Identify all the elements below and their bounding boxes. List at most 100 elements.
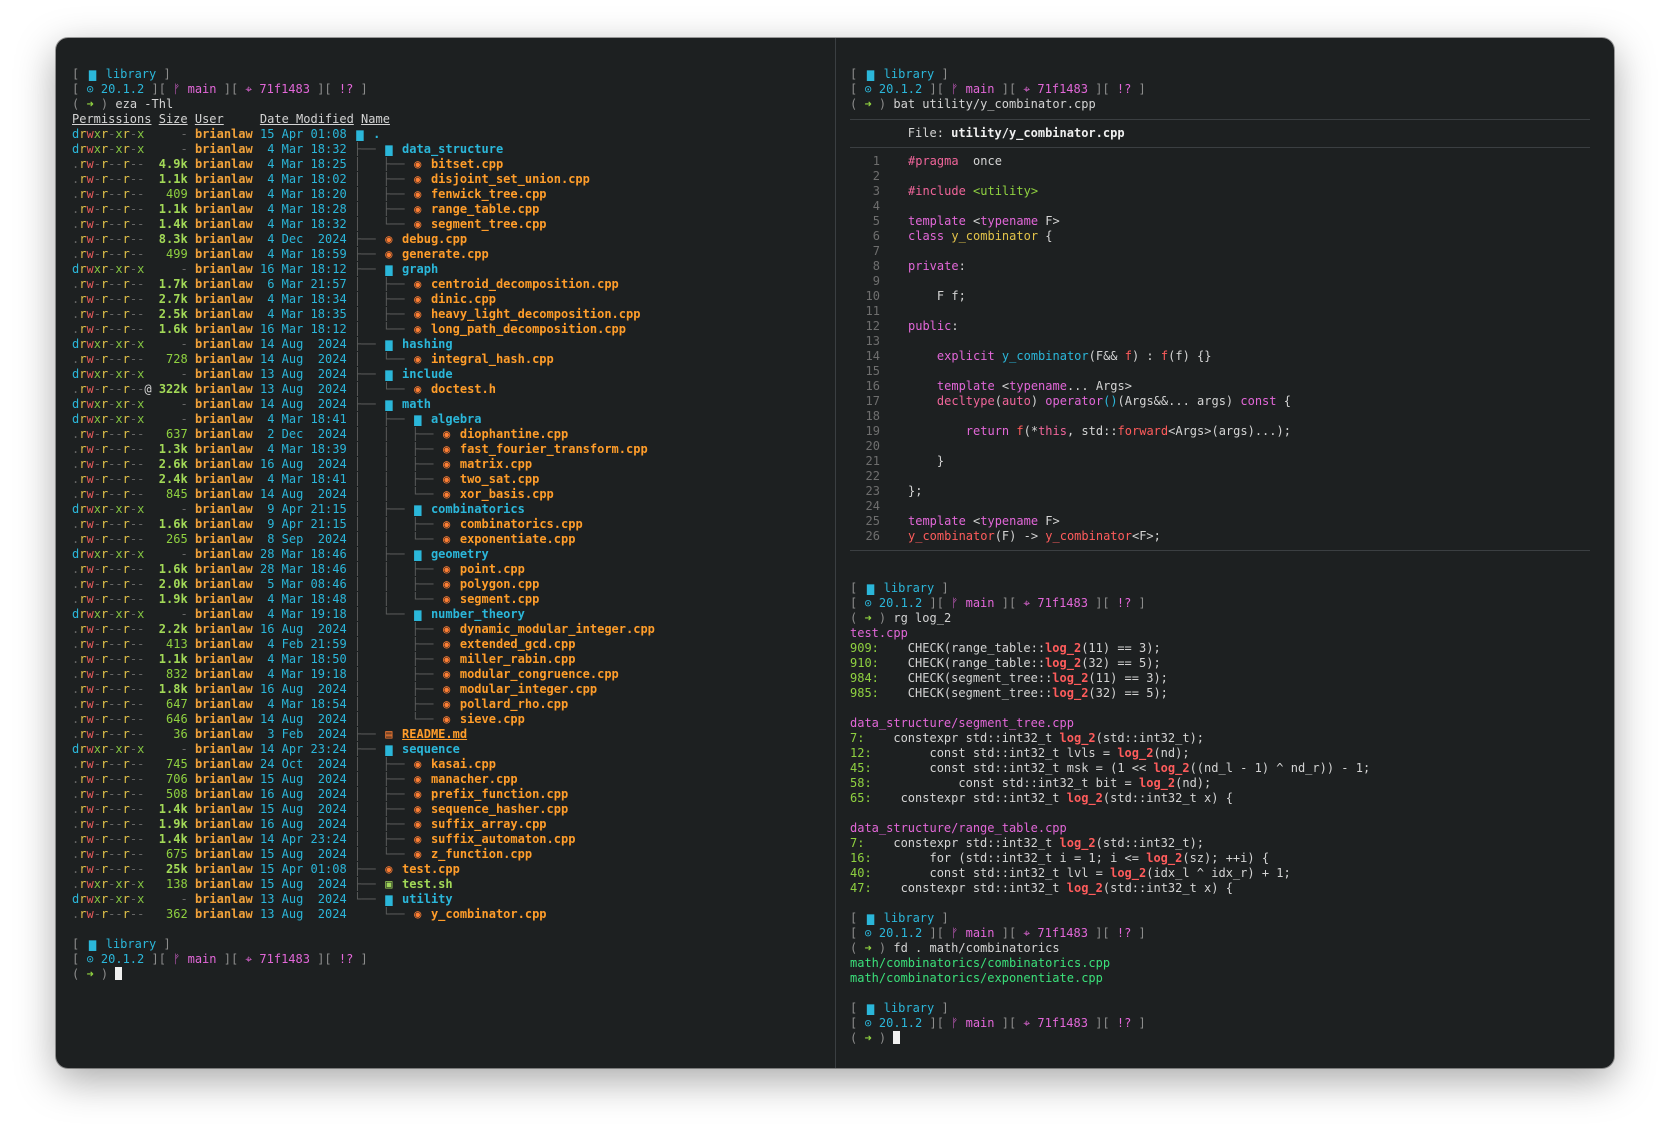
bracket: ][ — [309, 82, 339, 96]
left-pane[interactable]: [ ▆ library ][ ⊙ 20.1.2 ][ ᚠ main ][ ⌖ 7… — [56, 38, 835, 1068]
tree-branch: │ │ └── — [353, 532, 441, 546]
file-date: 4 Mar 18:34 — [259, 292, 347, 306]
rg-highlight: log_2 — [1052, 686, 1089, 700]
git-status: !? — [1116, 82, 1132, 96]
file-date: 4 Mar 18:41 — [259, 472, 347, 486]
table-row: .rw-r--r-- 845 brianlaw 14 Aug 2024 │ │ … — [72, 487, 655, 502]
code-token: <F>; — [1131, 529, 1161, 543]
table-row: .rw-r--r-- 1.7k brianlaw 6 Mar 21:57 │ ├… — [72, 277, 655, 292]
node-icon: ⊙ — [864, 1016, 872, 1030]
file-name: dynamic_modular_integer.cpp — [459, 622, 655, 636]
rg-text: (11) == 3); — [1088, 671, 1168, 685]
bracket: ) — [93, 97, 116, 111]
folder-icon: ▆ — [385, 337, 393, 351]
tree-branch: │ ├── — [353, 202, 412, 216]
permissions: .rw-r--r-- — [72, 232, 145, 246]
code-token: } — [908, 454, 945, 468]
rg-text: (idx_l ^ idx_r) + 1; — [1146, 866, 1291, 880]
file-date: 16 Aug 2024 — [259, 787, 347, 801]
file-size: 1.6k — [158, 322, 188, 336]
git-commit: 71f1483 — [1030, 596, 1088, 610]
bracket: ][ — [1087, 1016, 1117, 1030]
file-date: 4 Mar 18:02 — [259, 172, 347, 186]
rg-highlight: log_2 — [1153, 761, 1190, 775]
tree-branch: ├── — [353, 337, 383, 351]
rg-highlight: log_2 — [1045, 641, 1082, 655]
prompt-arrow-icon: ➜ — [864, 941, 872, 955]
git-status: !? — [1116, 596, 1132, 610]
file-name: z_function.cpp — [430, 847, 533, 861]
tree-branch: │ │ ├── — [353, 427, 441, 441]
tree-branch: ├── — [353, 727, 383, 741]
rg-match-line: 45: const std::int32_t msk = (1 << log_2… — [850, 761, 1590, 776]
file-size: 1.6k — [158, 517, 188, 531]
table-row: drwxr-xr-x - brianlaw 4 Mar 18:41 │ ├── … — [72, 412, 655, 427]
file-user: brianlaw — [194, 742, 253, 756]
table-row: .rw-r--r-- 265 brianlaw 8 Sep 2024 │ │ └… — [72, 532, 655, 547]
code-text: } — [880, 454, 944, 469]
fd-result: math/combinatorics/exponentiate.cpp — [850, 971, 1103, 985]
right-pane[interactable]: [ ▆ library ][ ⊙ 20.1.2 ][ ᚠ main ][ ⌖ 7… — [836, 38, 1614, 1068]
prompt-status-line: [ ⊙ 20.1.2 ][ ᚠ main ][ ⌖ 71f1483 ][ !? … — [850, 926, 1590, 941]
code-token: <Args>(args)...); — [1168, 424, 1291, 438]
rg-text: ((nd_l - 1) ^ nd_r)) - 1; — [1189, 761, 1371, 775]
file-size: - — [158, 337, 188, 351]
code-line: 15 — [850, 364, 1590, 379]
line-number: 18 — [865, 409, 880, 423]
file-size: 832 — [158, 667, 188, 681]
file-size: - — [158, 127, 188, 141]
permissions: drwxr-xr-x — [72, 742, 145, 756]
code-line: 4 — [850, 199, 1590, 214]
cpp-file-icon: ◉ — [442, 577, 451, 591]
table-row: .rw-r--r-- 8.3k brianlaw 4 Dec 2024 ├── … — [72, 232, 655, 247]
git-status: !? — [1116, 1016, 1132, 1030]
bracket: ] — [156, 67, 171, 81]
line-number: 8 — [872, 259, 880, 273]
cursor[interactable] — [115, 967, 123, 980]
code-text: F f; — [880, 289, 966, 304]
tree-branch: ├── — [353, 397, 383, 411]
code-token: ( — [994, 394, 1002, 408]
permissions: .rw-r--r-- — [72, 352, 145, 366]
prompt-arrow-icon: ➜ — [864, 611, 872, 625]
file-user: brianlaw — [194, 667, 253, 681]
code-token: : — [958, 259, 966, 273]
code-line: 11 — [850, 304, 1590, 319]
file-date: 4 Mar 18:54 — [259, 697, 347, 711]
file-name: xor_basis.cpp — [459, 487, 554, 501]
command-text: fd . math/combinatorics — [893, 941, 1060, 955]
code-line: 24 — [850, 499, 1590, 514]
file-date: 4 Mar 18:25 — [259, 157, 347, 171]
rg-match-line: 47: constexpr std::int32_t log_2(std::in… — [850, 881, 1590, 896]
bracket: ][ — [922, 82, 952, 96]
line-number: 3 — [872, 184, 880, 198]
table-row: .rw-r--r-- 1.9k brianlaw 4 Mar 18:48 │ │… — [72, 592, 655, 607]
cpp-file-icon: ◉ — [414, 817, 422, 831]
table-row: drwxr-xr-x - brianlaw 9 Apr 21:15 │ ├── … — [72, 502, 655, 517]
cursor[interactable] — [893, 1031, 901, 1044]
